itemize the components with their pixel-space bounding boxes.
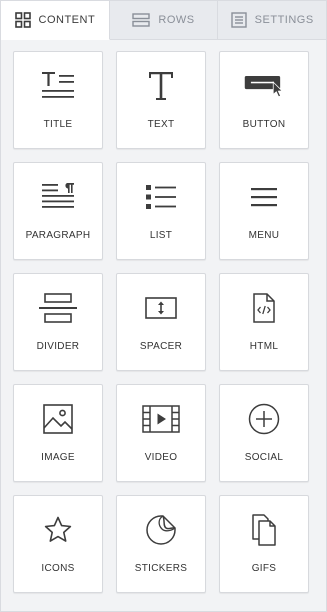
star-icon — [38, 512, 78, 548]
block-spacer-label: SPACER — [139, 341, 183, 352]
paragraph-icon — [38, 179, 78, 215]
block-paragraph[interactable]: PARAGRAPH — [13, 162, 103, 260]
block-menu[interactable]: MENU — [219, 162, 309, 260]
rows-icon — [132, 13, 151, 27]
block-menu-label: MENU — [248, 230, 280, 241]
block-text[interactable]: TEXT — [116, 51, 206, 149]
menu-icon — [244, 179, 284, 215]
block-divider-label: DIVIDER — [36, 341, 80, 352]
block-gifs[interactable]: GIFS — [219, 495, 309, 593]
gifs-icon — [244, 512, 284, 548]
text-icon — [141, 68, 181, 104]
panel-tabs: CONTENT ROWS SETTINGS — [1, 1, 326, 40]
block-stickers[interactable]: STICKERS — [116, 495, 206, 593]
tab-rows[interactable]: ROWS — [110, 1, 219, 39]
video-icon — [141, 401, 181, 437]
block-gifs-label: GIFS — [251, 563, 277, 574]
content-blocks-grid: TITLE TEXT BUTTON PARAGRAPH LIST MENU DI… — [1, 40, 326, 593]
block-title[interactable]: TITLE — [13, 51, 103, 149]
block-text-label: TEXT — [147, 119, 175, 130]
social-icon — [244, 401, 284, 437]
block-paragraph-label: PARAGRAPH — [25, 230, 91, 241]
settings-icon — [230, 12, 247, 28]
block-image[interactable]: IMAGE — [13, 384, 103, 482]
tab-content-label: CONTENT — [38, 14, 96, 26]
block-icons[interactable]: ICONS — [13, 495, 103, 593]
block-button[interactable]: BUTTON — [219, 51, 309, 149]
content-panel: CONTENT ROWS SETTINGS TITLE TEXT BUTTON … — [0, 0, 327, 612]
title-icon — [38, 68, 78, 104]
sticker-icon — [141, 512, 181, 548]
block-social-label: SOCIAL — [244, 452, 284, 463]
block-divider[interactable]: DIVIDER — [13, 273, 103, 371]
tab-content[interactable]: CONTENT — [1, 1, 110, 40]
block-html-label: HTML — [249, 341, 279, 352]
block-icons-label: ICONS — [41, 563, 75, 574]
block-image-label: IMAGE — [41, 452, 75, 463]
tab-settings-label: SETTINGS — [254, 14, 314, 26]
tab-rows-label: ROWS — [158, 14, 195, 26]
image-icon — [38, 401, 78, 437]
block-social[interactable]: SOCIAL — [219, 384, 309, 482]
list-icon — [141, 179, 181, 215]
block-html[interactable]: HTML — [219, 273, 309, 371]
block-spacer[interactable]: SPACER — [116, 273, 206, 371]
block-list-label: LIST — [149, 230, 173, 241]
tab-settings[interactable]: SETTINGS — [218, 1, 326, 39]
block-video-label: VIDEO — [144, 452, 178, 463]
block-title-label: TITLE — [43, 119, 73, 130]
block-video[interactable]: VIDEO — [116, 384, 206, 482]
block-stickers-label: STICKERS — [134, 563, 188, 574]
button-icon — [244, 68, 284, 104]
divider-icon — [38, 290, 78, 326]
html-icon — [244, 290, 284, 326]
grid-icon — [14, 12, 31, 28]
block-button-label: BUTTON — [242, 119, 286, 130]
block-list[interactable]: LIST — [116, 162, 206, 260]
spacer-icon — [141, 290, 181, 326]
